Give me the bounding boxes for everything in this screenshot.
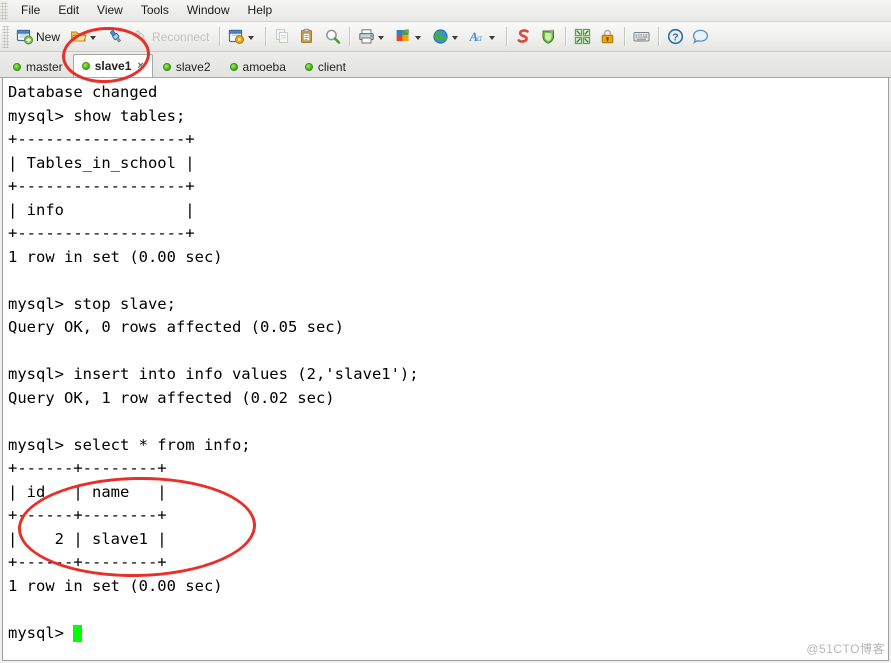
connect-icon [107,28,124,45]
reconnect-label: Reconnect [152,29,210,44]
menu-bar: File Edit View Tools Window Help [0,0,891,22]
fullscreen-button[interactable] [570,24,595,49]
color-scheme-icon [395,28,412,45]
keyboard-button[interactable] [629,24,654,49]
connect-button[interactable] [103,24,128,49]
lock-button[interactable] [595,24,620,49]
tab-label: master [26,59,63,74]
font-icon: A a [469,28,486,45]
color-scheme-chevron-down-icon[interactable] [415,35,422,40]
new-session-label: New [36,29,61,44]
toolbar-separator [349,27,351,46]
tab-status-dot-icon [162,62,171,71]
encoding-chevron-down-icon[interactable] [452,35,459,40]
tab-slave1[interactable]: slave1 × [72,54,153,77]
copy-icon [274,28,291,45]
menu-window[interactable]: Window [178,1,239,20]
reconnect-icon [132,28,149,45]
paste-button[interactable] [295,24,320,49]
terminal-screen[interactable]: Database changed mysql> show tables; +--… [2,78,889,661]
toolbar-drag-grip[interactable] [2,25,9,48]
properties-icon [228,28,245,45]
tab-close-icon[interactable]: × [137,61,143,72]
reconnect-button[interactable]: Reconnect [128,24,215,49]
tab-label: amoeba [242,59,286,74]
find-button[interactable] [320,24,345,49]
svg-text:?: ? [673,32,679,44]
menu-view[interactable]: View [88,1,132,20]
color-scheme-button[interactable] [391,24,428,49]
menu-help[interactable]: Help [239,1,282,20]
properties-button[interactable] [224,24,261,49]
terminal-app-window: File Edit View Tools Window Help New Rec… [0,0,891,663]
tab-status-dot-icon [229,62,238,71]
shield-icon [540,28,557,45]
toolbar-separator [265,27,267,46]
help-button[interactable]: ? [663,24,688,49]
help-icon: ? [667,28,684,45]
toolbar: New Reconnect A a ? [0,22,891,52]
script-button[interactable] [511,24,536,49]
tab-label: client [317,59,346,74]
terminal-area: Database changed mysql> show tables; +--… [0,78,891,663]
watermark: @51CTO博客 [806,642,885,656]
encoding-button[interactable] [428,24,465,49]
copy-button[interactable] [270,24,295,49]
menu-drag-grip[interactable] [0,1,8,20]
font-chevron-down-icon[interactable] [489,35,496,40]
toolbar-separator [219,27,221,46]
print-button[interactable] [354,24,391,49]
tab-client[interactable]: client [296,55,355,77]
tab-master[interactable]: master [4,55,72,77]
properties-chevron-down-icon[interactable] [248,35,255,40]
tab-status-dot-icon [13,62,21,71]
toolbar-separator [658,27,660,46]
toolbar-separator [506,27,508,46]
tab-amoeba[interactable]: amoeba [221,55,295,77]
menu-edit[interactable]: Edit [49,1,88,20]
search-icon [324,28,341,45]
print-chevron-down-icon[interactable] [378,35,385,40]
toolbar-separator [565,27,567,46]
tab-label: slave1 [94,59,132,73]
terminal-cursor [73,624,83,642]
font-button[interactable]: A a [465,24,502,49]
tab-status-dot-icon [304,62,313,71]
menu-file[interactable]: File [12,1,49,20]
globe-icon [432,28,449,45]
open-session-chevron-down-icon[interactable] [90,35,97,40]
chat-icon [692,28,709,45]
svg-text:a: a [477,33,482,44]
tab-slave2[interactable]: slave2 [154,55,220,77]
chat-button[interactable] [688,24,713,49]
terminal-output: Database changed mysql> show tables; +--… [8,83,419,642]
print-icon [358,28,375,45]
open-session-button[interactable] [66,24,103,49]
paste-icon [299,28,316,45]
lock-icon [599,28,616,45]
script-icon [515,28,532,45]
session-tab-bar: master slave1 × slave2 amoeba client [0,52,891,78]
security-button[interactable] [536,24,561,49]
menu-tools[interactable]: Tools [132,1,178,20]
open-folder-icon [70,28,87,45]
new-session-button[interactable]: New [12,24,66,49]
keyboard-icon [633,28,650,45]
new-session-icon [16,28,33,45]
tab-label: slave2 [175,59,211,74]
toolbar-separator [624,27,626,46]
fullscreen-icon [574,28,591,45]
tab-status-dot-icon [81,62,90,70]
